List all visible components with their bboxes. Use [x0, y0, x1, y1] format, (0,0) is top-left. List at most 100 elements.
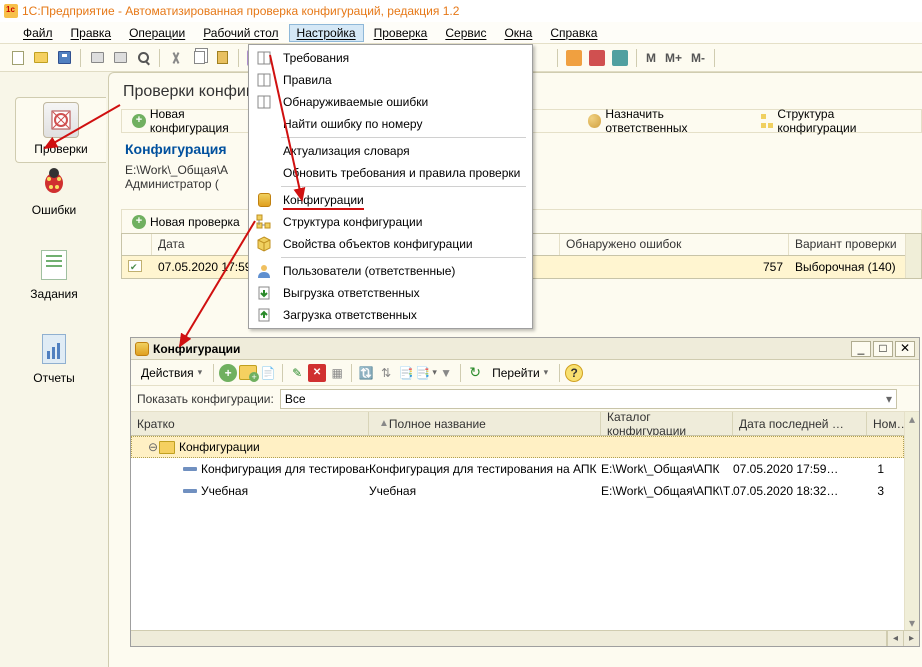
menu-item-label: Найти ошибку по номеру — [277, 117, 422, 131]
calc-button[interactable] — [610, 48, 630, 68]
book-icon — [251, 72, 277, 88]
col-header-short[interactable]: Кратко — [131, 412, 369, 435]
paste-button[interactable] — [212, 48, 232, 68]
menu-item[interactable]: Актуализация словаря — [251, 140, 530, 162]
scrollbar[interactable]: ▴ ▾ — [904, 412, 919, 630]
filter-select[interactable]: Все ▾ — [280, 389, 897, 409]
window-titlebar[interactable]: Конфигурации _ □ ✕ — [131, 338, 919, 360]
menu-item-label: Загрузка ответственных — [277, 308, 417, 322]
menu-windows[interactable]: Окна — [496, 24, 540, 42]
calendar-button[interactable] — [564, 48, 584, 68]
toolbar-button[interactable]: 🔃 — [357, 364, 375, 382]
tree-row[interactable]: Конфигурация для тестирования Конфигурац… — [131, 458, 904, 480]
folder-icon — [159, 441, 175, 454]
col-header-variant[interactable]: Вариант проверки — [789, 234, 905, 255]
menu-item[interactable]: Обновить требования и правила проверки — [251, 162, 530, 184]
col-header-date[interactable]: Дата последней … — [733, 412, 867, 435]
goto-dropdown[interactable]: Перейти — [486, 364, 554, 382]
menu-item[interactable]: Найти ошибку по номеру — [251, 113, 530, 135]
filter-button[interactable]: ▼ — [437, 364, 455, 382]
sidebar-item-label: Отчеты — [0, 371, 108, 385]
print-preview-button[interactable] — [110, 48, 130, 68]
collapse-icon[interactable]: ⊖ — [147, 440, 159, 454]
scroll-left-button[interactable]: ◂ — [887, 631, 903, 646]
settings-dropdown: ТребованияПравилаОбнаруживаемые ошибки На… — [248, 44, 533, 329]
col-header-full[interactable]: ▲Полное название — [369, 412, 601, 435]
cylinder-icon — [135, 342, 149, 356]
cell-date: 07.05.2020 18:32… — [733, 484, 857, 498]
menu-help[interactable]: Справка — [542, 24, 605, 42]
menu-desktop[interactable]: Рабочий стол — [195, 24, 286, 42]
tree-root-row[interactable]: ⊖ Конфигурации — [131, 436, 904, 458]
cell-num: 1 — [857, 462, 894, 476]
toolbar-dropdown[interactable]: 📑 — [417, 364, 435, 382]
memory-mminus-button[interactable]: M- — [688, 51, 708, 65]
scrollbar[interactable] — [905, 234, 921, 278]
filter-label: Показать конфигурации: — [137, 392, 274, 406]
menu-settings[interactable]: Настройка — [289, 24, 364, 42]
tree-row[interactable]: Учебная Учебная E:\Work\_Общая\АПК\Т… 07… — [131, 480, 904, 502]
col-header-num[interactable]: Ном… — [867, 412, 904, 435]
sidebar-item-checks[interactable]: Проверки — [15, 97, 106, 163]
copy-button[interactable] — [189, 48, 209, 68]
open-button[interactable] — [31, 48, 51, 68]
stamp-icon — [43, 102, 79, 138]
menu-item[interactable]: Загрузка ответственных — [251, 304, 530, 326]
tree-icon — [761, 114, 773, 128]
cell-path: E:\Work\_Общая\АПК — [601, 462, 733, 476]
add-button[interactable]: + — [219, 364, 237, 382]
menu-item-label: Пользователи (ответственные) — [277, 264, 455, 278]
maximize-button[interactable]: □ — [873, 341, 893, 357]
cell-num: 3 — [857, 484, 894, 498]
sidebar-item-tasks[interactable]: Задания — [0, 247, 108, 301]
book-icon — [251, 50, 277, 66]
toolbar-button[interactable]: ⇅ — [377, 364, 395, 382]
assign-responsible-button[interactable]: Назначить ответственных — [582, 105, 754, 137]
row-icon: ✔ — [122, 258, 152, 277]
config-structure-button[interactable]: Структура конфигурации — [755, 105, 921, 137]
memory-mplus-button[interactable]: M+ — [662, 51, 685, 65]
minimize-button[interactable]: _ — [851, 341, 871, 357]
new-button[interactable] — [8, 48, 28, 68]
cut-button[interactable] — [166, 48, 186, 68]
help-button[interactable]: ? — [565, 364, 583, 382]
edit-button[interactable]: ✎ — [288, 364, 306, 382]
sidebar-item-label: Проверки — [18, 142, 104, 156]
refresh-button[interactable]: ↻ — [466, 364, 484, 382]
menu-item[interactable]: Правила — [251, 69, 530, 91]
menu-item[interactable]: Требования — [251, 47, 530, 69]
search-button[interactable] — [133, 48, 153, 68]
menu-item[interactable]: Выгрузка ответственных — [251, 282, 530, 304]
sidebar-item-reports[interactable]: Отчеты — [0, 331, 108, 385]
add-folder-button[interactable] — [239, 365, 257, 380]
date-button[interactable] — [587, 48, 607, 68]
menu-item[interactable]: Обнаруживаемые ошибки — [251, 91, 530, 113]
toolbar-button[interactable]: ▦ — [328, 364, 346, 382]
sidebar-item-errors[interactable]: Ошибки — [0, 163, 108, 217]
col-header-errors[interactable]: Обнаружено ошибок — [560, 234, 789, 255]
col-header-path[interactable]: Каталог конфигурации — [601, 412, 733, 435]
menu-edit[interactable]: Правка — [63, 24, 120, 42]
menu-check[interactable]: Проверка — [366, 24, 436, 42]
toolbar-button[interactable]: 📑 — [397, 364, 415, 382]
menu-item[interactable]: Пользователи (ответственные) — [251, 260, 530, 282]
close-button[interactable]: ✕ — [895, 341, 915, 357]
menu-operations[interactable]: Операции — [121, 24, 193, 42]
menu-service[interactable]: Сервис — [437, 24, 494, 42]
menu-item[interactable]: Структура конфигурации — [251, 211, 530, 233]
col-header-blank[interactable] — [122, 234, 152, 255]
save-button[interactable] — [54, 48, 74, 68]
menu-file[interactable]: Файл — [15, 24, 61, 42]
actions-dropdown[interactable]: Действия — [135, 364, 208, 382]
people-icon — [588, 114, 602, 128]
new-check-button[interactable]: + Новая проверка — [126, 213, 246, 231]
menu-item[interactable]: Свойства объектов конфигурации — [251, 233, 530, 255]
menu-item[interactable]: Конфигурации — [251, 189, 530, 211]
report-icon — [36, 331, 72, 367]
memory-m-button[interactable]: M — [643, 51, 659, 65]
delete-button[interactable]: ✕ — [308, 364, 326, 382]
copy-button[interactable]: 📄 — [259, 364, 277, 382]
assign-label: Назначить ответственных — [605, 107, 747, 135]
print-button[interactable] — [87, 48, 107, 68]
scroll-right-button[interactable]: ▸ — [903, 631, 919, 646]
